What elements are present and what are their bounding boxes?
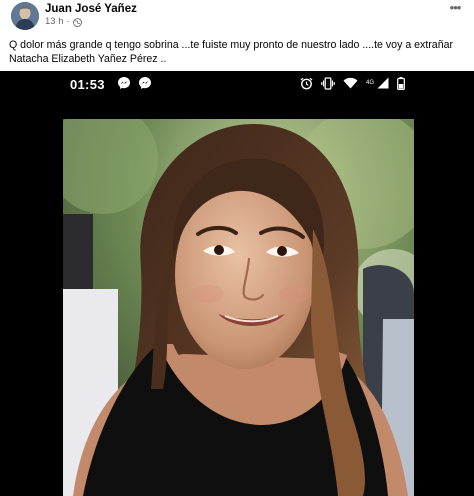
signal-icon: [377, 77, 389, 89]
status-time: 01:53: [70, 77, 105, 92]
network-label: 4G: [366, 80, 375, 86]
post-header: Juan José Yañez 13 h · •••: [0, 0, 474, 34]
post-meta: 13 h ·: [45, 16, 82, 28]
messenger-icon: [118, 77, 130, 89]
vibrate-icon: [321, 76, 335, 90]
caption-line-1: Q dolor más grande q tengo sobrina ...te…: [9, 39, 454, 51]
phone-status-bar: 01:53 4G: [0, 71, 474, 101]
status-icons: 4G: [300, 75, 405, 91]
globe-icon: [72, 17, 82, 27]
author-name[interactable]: Juan José Yañez: [45, 2, 137, 16]
caption-line-2: Natacha Elizabeth Yañez Pérez ..: [9, 53, 167, 65]
post-timestamp[interactable]: 13 h: [45, 16, 64, 28]
messenger-icon: [139, 77, 151, 89]
post-media[interactable]: 01:53 4G: [0, 71, 474, 496]
post-caption: Q dolor más grande q tengo sobrina ...te…: [9, 38, 465, 66]
author-avatar[interactable]: [11, 2, 39, 30]
wifi-icon: [343, 77, 358, 89]
battery-icon: [397, 76, 405, 90]
more-options-icon[interactable]: •••: [444, 1, 466, 17]
portrait-photo[interactable]: [63, 119, 414, 496]
alarm-icon: [300, 77, 313, 89]
facebook-post: Juan José Yañez 13 h · ••• Q dolor más g…: [0, 0, 474, 496]
